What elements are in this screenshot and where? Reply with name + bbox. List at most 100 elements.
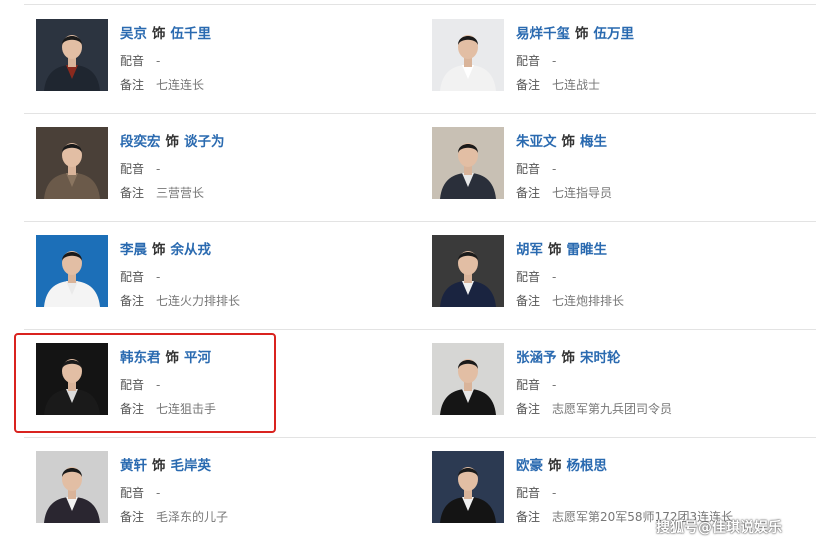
actor-name-link[interactable]: 易烊千玺 <box>516 26 570 42</box>
cast-card: 张涵予饰宋时轮 配音 - 备注 志愿军第九兵团司令员 <box>420 330 800 438</box>
actor-photo-image <box>36 451 108 523</box>
actor-photo-image <box>432 343 504 415</box>
cast-card: 李晨饰余从戎 配音 - 备注 七连火力排排长 <box>24 222 404 330</box>
cast-card: 胡军饰雷睢生 配音 - 备注 七连炮排排长 <box>420 222 800 330</box>
dubbing-row: 配音 - <box>516 376 556 393</box>
highlight-box <box>14 333 276 433</box>
note-value: 七连火力排排长 <box>156 294 241 308</box>
actor-photo-image <box>36 127 108 199</box>
note-row: 备注 七连连长 <box>120 76 204 93</box>
character-name-link[interactable]: 宋时轮 <box>580 350 621 366</box>
actor-name-link[interactable]: 胡军 <box>516 242 543 258</box>
dubbing-value: - <box>156 486 161 500</box>
note-row: 备注 七连战士 <box>516 76 600 93</box>
cast-name-line: 朱亚文饰梅生 <box>516 130 607 150</box>
dubbing-row: 配音 - <box>516 484 556 501</box>
dubbing-value: - <box>552 54 557 68</box>
role-connector: 饰 <box>152 26 166 42</box>
actor-name-link[interactable]: 张涵予 <box>516 350 557 366</box>
actor-name-link[interactable]: 欧豪 <box>516 458 543 474</box>
actor-photo-image <box>432 19 504 91</box>
note-label: 备注 <box>120 78 145 92</box>
cast-name-line: 胡军饰雷睢生 <box>516 238 607 258</box>
cast-card: 黄轩饰毛岸英 配音 - 备注 毛泽东的儿子 <box>24 438 404 545</box>
note-row: 备注 七连火力排排长 <box>120 292 240 309</box>
actor-photo[interactable] <box>432 19 504 91</box>
cast-name-line: 黄轩饰毛岸英 <box>120 454 211 474</box>
dubbing-row: 配音 - <box>516 268 556 285</box>
actor-name-link[interactable]: 朱亚文 <box>516 134 557 150</box>
character-name-link[interactable]: 杨根思 <box>567 458 608 474</box>
actor-photo-image <box>36 235 108 307</box>
cast-card: 段奕宏饰谈子为 配音 - 备注 三营营长 <box>24 114 404 222</box>
actor-photo[interactable] <box>36 19 108 91</box>
cast-card: 吴京饰伍千里 配音 - 备注 七连连长 <box>24 6 404 114</box>
dubbing-label: 配音 <box>516 378 541 392</box>
actor-photo[interactable] <box>36 235 108 307</box>
role-connector: 饰 <box>575 26 589 42</box>
actor-name-link[interactable]: 吴京 <box>120 26 147 42</box>
note-value: 三营营长 <box>156 186 205 200</box>
dubbing-row: 配音 - <box>120 52 160 69</box>
role-connector: 饰 <box>548 242 562 258</box>
note-label: 备注 <box>120 510 145 524</box>
dubbing-label: 配音 <box>516 486 541 500</box>
dubbing-label: 配音 <box>120 162 145 176</box>
actor-photo-image <box>432 451 504 523</box>
role-connector: 饰 <box>548 458 562 474</box>
dubbing-row: 配音 - <box>120 484 160 501</box>
dubbing-value: - <box>156 162 161 176</box>
actor-photo-image <box>432 235 504 307</box>
note-label: 备注 <box>120 294 145 308</box>
cast-row: 吴京饰伍千里 配音 - 备注 七连连长 易烊千玺饰伍万里 配音 - 备注 七连战士 <box>24 6 816 114</box>
note-label: 备注 <box>516 402 541 416</box>
actor-photo[interactable] <box>432 343 504 415</box>
role-connector: 饰 <box>152 242 166 258</box>
dubbing-row: 配音 - <box>516 52 556 69</box>
actor-photo[interactable] <box>432 451 504 523</box>
cast-card: 朱亚文饰梅生 配音 - 备注 七连指导员 <box>420 114 800 222</box>
note-row: 备注 三营营长 <box>120 184 204 201</box>
actor-name-link[interactable]: 段奕宏 <box>120 134 161 150</box>
character-name-link[interactable]: 雷睢生 <box>567 242 608 258</box>
dubbing-label: 配音 <box>516 270 541 284</box>
note-row: 备注 毛泽东的儿子 <box>120 508 228 525</box>
top-divider <box>24 4 816 5</box>
actor-name-link[interactable]: 黄轩 <box>120 458 147 474</box>
actor-photo[interactable] <box>432 127 504 199</box>
dubbing-value: - <box>552 270 557 284</box>
dubbing-row: 配音 - <box>120 160 160 177</box>
note-row: 备注 志愿军第九兵团司令员 <box>516 400 672 417</box>
character-name-link[interactable]: 毛岸英 <box>171 458 212 474</box>
cast-card: 易烊千玺饰伍万里 配音 - 备注 七连战士 <box>420 6 800 114</box>
actor-photo-image <box>36 19 108 91</box>
character-name-link[interactable]: 余从戎 <box>171 242 212 258</box>
dubbing-value: - <box>156 54 161 68</box>
dubbing-label: 配音 <box>516 162 541 176</box>
watermark: 搜狐号@佳琪说娱乐 <box>656 520 782 536</box>
cast-list-page: 吴京饰伍千里 配音 - 备注 七连连长 易烊千玺饰伍万里 配音 - 备注 七连战士 段奕宏饰谈子为配… <box>0 0 820 545</box>
cast-row: 段奕宏饰谈子为 配音 - 备注 三营营长 朱亚文饰梅生 配音 - 备注 七连指导员 <box>24 114 816 222</box>
actor-photo[interactable] <box>36 127 108 199</box>
dubbing-value: - <box>552 162 557 176</box>
dubbing-row: 配音 - <box>516 160 556 177</box>
actor-name-link[interactable]: 李晨 <box>120 242 147 258</box>
note-label: 备注 <box>120 186 145 200</box>
note-label: 备注 <box>516 294 541 308</box>
character-name-link[interactable]: 伍万里 <box>594 26 635 42</box>
role-connector: 饰 <box>165 134 180 150</box>
note-label: 备注 <box>516 186 541 200</box>
actor-photo[interactable] <box>36 451 108 523</box>
character-name-link[interactable]: 梅生 <box>580 134 607 150</box>
character-name-link[interactable]: 伍千里 <box>171 26 212 42</box>
cast-name-line: 张涵予饰宋时轮 <box>516 346 621 366</box>
note-value: 七连战士 <box>552 78 601 92</box>
cast-name-line: 易烊千玺饰伍万里 <box>516 22 634 42</box>
dubbing-label: 配音 <box>516 54 541 68</box>
cast-name-line: 吴京饰伍千里 <box>120 22 211 42</box>
actor-photo-image <box>432 127 504 199</box>
note-value: 七连炮排排长 <box>552 294 625 308</box>
character-name-link[interactable]: 谈子为 <box>184 134 225 150</box>
actor-photo[interactable] <box>432 235 504 307</box>
role-connector: 饰 <box>561 350 576 366</box>
